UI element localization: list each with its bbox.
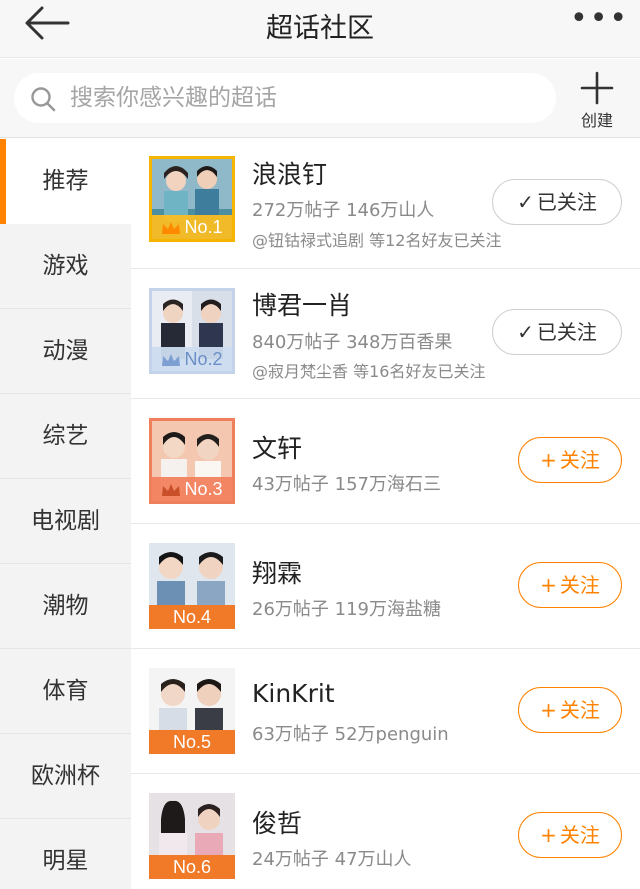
topic-thumbnail: No.4 [149, 543, 235, 629]
plus-icon: + [540, 573, 557, 597]
topic-stats: 272万帖子 146万山人 [252, 200, 435, 221]
followed-button[interactable]: ✓ 已关注 [492, 309, 622, 355]
topic-name: KinKrit [252, 679, 335, 708]
crown-icon [162, 484, 181, 496]
follow-button[interactable]: + 关注 [518, 437, 622, 483]
crown-icon [162, 354, 181, 366]
category-tab-stars[interactable]: 明星 [0, 819, 131, 889]
search-input[interactable] [70, 80, 540, 116]
category-tab-games[interactable]: 游戏 [0, 224, 131, 309]
topic-row[interactable]: No.5 KinKrit 63万帖子 52万penguin + 关注 [131, 649, 640, 774]
more-dots-icon[interactable]: ••• [570, 4, 627, 40]
create-label: 创建 [580, 111, 613, 130]
followed-button[interactable]: ✓ 已关注 [492, 179, 622, 225]
category-tab-variety[interactable]: 综艺 [0, 394, 131, 479]
rank-badge: No.3 [152, 477, 232, 501]
page-title: 超话社区 [266, 13, 374, 44]
category-tab-euro-cup[interactable]: 欧洲杯 [0, 734, 131, 819]
topic-thumbnail: No.1 [149, 156, 235, 242]
plus-icon [580, 71, 614, 105]
topic-stats: 26万帖子 119万海盐糖 [252, 599, 441, 620]
friends-followed: @寂月梵尘香 等16名好友已关注 [252, 362, 486, 381]
topic-row[interactable]: No.4 翔霖 26万帖子 119万海盐糖 + 关注 [131, 524, 640, 649]
friends-followed: @钮钴禄式追剧 等12名好友已关注 [252, 231, 502, 250]
search-icon [31, 87, 56, 112]
create-button[interactable]: 创建 [570, 67, 624, 131]
category-tab-sports[interactable]: 体育 [0, 649, 131, 734]
plus-icon: + [540, 448, 557, 472]
check-icon: ✓ [517, 190, 534, 214]
topic-thumbnail: No.6 [149, 793, 235, 879]
topic-name: 翔霖 [252, 559, 303, 588]
search-bar: 创建 [0, 59, 640, 138]
topic-name: 浪浪钉 [252, 160, 328, 189]
topic-stats: 24万帖子 47万山人 [252, 849, 412, 870]
topic-row[interactable]: No.1 浪浪钉 272万帖子 146万山人 @钮钴禄式追剧 等12名好友已关注… [131, 139, 640, 269]
crown-icon [162, 222, 181, 234]
topic-thumbnail: No.2 [149, 288, 235, 374]
topic-thumbnail: No.3 [149, 418, 235, 504]
topic-name: 俊哲 [252, 809, 303, 838]
category-tab-tv-drama[interactable]: 电视剧 [0, 479, 131, 564]
rank-badge: No.2 [152, 347, 232, 371]
topic-thumbnail: No.5 [149, 668, 235, 754]
category-sidebar: 推荐 游戏 动漫 综艺 电视剧 潮物 体育 欧洲杯 明星 [0, 139, 131, 889]
rank-badge: No.6 [149, 855, 235, 879]
plus-icon: + [540, 823, 557, 847]
follow-button[interactable]: + 关注 [518, 812, 622, 858]
follow-button[interactable]: + 关注 [518, 562, 622, 608]
rank-badge: No.5 [149, 730, 235, 754]
topic-stats: 840万帖子 348万百香果 [252, 332, 453, 353]
plus-icon: + [540, 698, 557, 722]
topic-list: No.1 浪浪钉 272万帖子 146万山人 @钮钴禄式追剧 等12名好友已关注… [131, 139, 640, 889]
category-tab-recommended[interactable]: 推荐 [0, 139, 131, 224]
topic-row[interactable]: No.2 博君一肖 840万帖子 348万百香果 @寂月梵尘香 等16名好友已关… [131, 269, 640, 399]
topic-row[interactable]: No.6 俊哲 24万帖子 47万山人 + 关注 [131, 774, 640, 889]
topic-stats: 63万帖子 52万penguin [252, 724, 449, 745]
follow-button[interactable]: + 关注 [518, 687, 622, 733]
topic-name: 文轩 [252, 434, 303, 463]
rank-badge: No.1 [152, 215, 232, 239]
rank-badge: No.4 [149, 605, 235, 629]
topic-row[interactable]: No.3 文轩 43万帖子 157万海石三 + 关注 [131, 399, 640, 524]
check-icon: ✓ [517, 320, 534, 344]
category-tab-anime[interactable]: 动漫 [0, 309, 131, 394]
topic-stats: 43万帖子 157万海石三 [252, 474, 441, 495]
topic-name: 博君一肖 [252, 291, 353, 320]
category-tab-trends[interactable]: 潮物 [0, 564, 131, 649]
top-bar: 超话社区 ••• [0, 0, 640, 58]
search-box[interactable] [14, 73, 556, 123]
